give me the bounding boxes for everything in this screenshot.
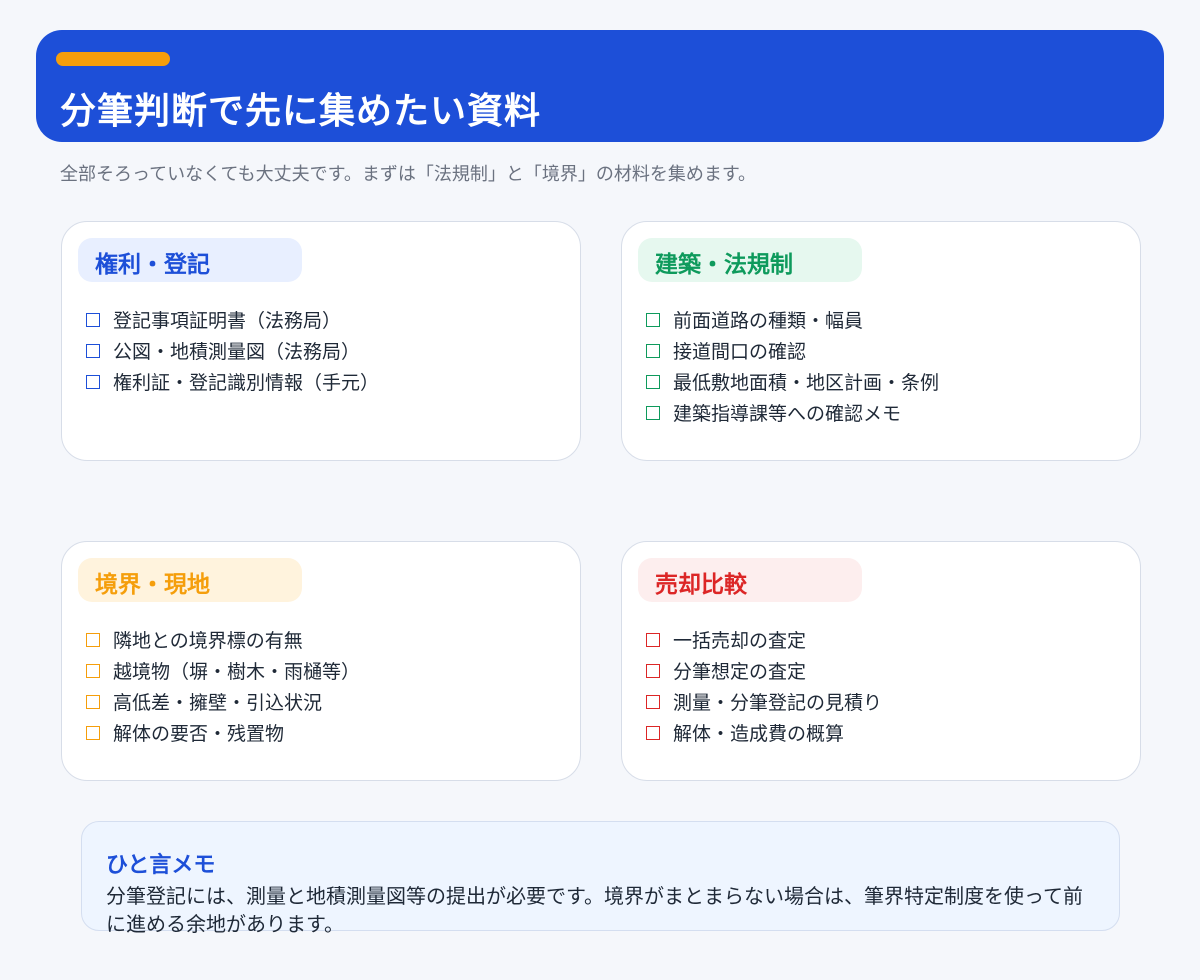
- card-title: 境界・現地: [78, 558, 302, 602]
- checklist-item-label: 建築指導課等への確認メモ: [673, 403, 902, 425]
- card-rights-registry: 権利・登記 登記事項証明書（法務局） 公図・地積測量図（法務局） 権利証・登記識…: [61, 221, 581, 461]
- checklist-item[interactable]: 隣地との境界標の有無: [86, 624, 360, 655]
- card-building-regulations: 建築・法規制 前面道路の種類・幅員 接道間口の確認 最低敷地面積・地区計画・条例…: [621, 221, 1141, 461]
- checklist-item-label: 測量・分筆登記の見積り: [673, 692, 883, 714]
- checklist-item-label: 隣地との境界標の有無: [113, 630, 303, 652]
- checkbox-icon[interactable]: [646, 405, 660, 420]
- checklist-item[interactable]: 最低敷地面積・地区計画・条例: [646, 366, 939, 397]
- checklist-item[interactable]: 公図・地積測量図（法務局）: [86, 335, 379, 366]
- checkbox-icon[interactable]: [646, 663, 660, 678]
- checklist-item[interactable]: 権利証・登記識別情報（手元）: [86, 366, 379, 397]
- checkbox-icon[interactable]: [646, 374, 660, 389]
- checkbox-icon[interactable]: [86, 694, 100, 709]
- checklist-item-label: 前面道路の種類・幅員: [673, 310, 864, 332]
- checklist-item[interactable]: 建築指導課等への確認メモ: [646, 397, 939, 428]
- checkbox-icon[interactable]: [646, 312, 660, 327]
- checkbox-icon[interactable]: [86, 343, 100, 358]
- checkbox-icon[interactable]: [86, 312, 100, 327]
- checklist-item[interactable]: 一括売却の査定: [646, 624, 882, 655]
- checklist-item[interactable]: 前面道路の種類・幅員: [646, 304, 939, 335]
- checklist-item[interactable]: 接道間口の確認: [646, 335, 939, 366]
- checklist-item-label: 解体・造成費の概算: [673, 723, 845, 745]
- checklist-item-label: 越境物（塀・樹木・雨樋等）: [113, 661, 361, 683]
- checklist-item[interactable]: 登記事項証明書（法務局）: [86, 304, 379, 335]
- checklist: 登記事項証明書（法務局） 公図・地積測量図（法務局） 権利証・登記識別情報（手元…: [86, 304, 379, 397]
- checkbox-icon[interactable]: [646, 343, 660, 358]
- checkbox-icon[interactable]: [646, 632, 660, 647]
- card-title: 建築・法規制: [638, 238, 862, 282]
- checklist-item-label: 解体の要否・残置物: [113, 723, 285, 745]
- checklist: 隣地との境界標の有無 越境物（塀・樹木・雨樋等） 高低差・擁壁・引込状況 解体の…: [86, 624, 360, 748]
- checklist-item[interactable]: 越境物（塀・樹木・雨樋等）: [86, 655, 360, 686]
- checklist-item-label: 登記事項証明書（法務局）: [113, 310, 342, 332]
- checklist-item-label: 最低敷地面積・地区計画・条例: [673, 372, 940, 394]
- checklist-item-label: 接道間口の確認: [673, 341, 807, 363]
- checkbox-icon[interactable]: [86, 725, 100, 740]
- memo-title: ひと言メモ: [106, 853, 216, 878]
- checkbox-icon[interactable]: [86, 632, 100, 647]
- checkbox-icon[interactable]: [86, 374, 100, 389]
- card-title: 売却比較: [638, 558, 862, 602]
- card-sale-comparison: 売却比較 一括売却の査定 分筆想定の査定 測量・分筆登記の見積り 解体・造成費の…: [621, 541, 1141, 781]
- checkbox-icon[interactable]: [646, 725, 660, 740]
- page-subtitle: 全部そろっていなくても大丈夫です。まずは「法規制」と「境界」の材料を集めます。: [60, 164, 757, 185]
- checklist-item-label: 高低差・擁壁・引込状況: [113, 692, 323, 714]
- card-title: 権利・登記: [78, 238, 302, 282]
- memo-body: 分筆登記には、測量と地積測量図等の提出が必要です。境界がまとまらない場合は、筆界…: [106, 884, 1083, 936]
- header-accent-bar: [56, 52, 170, 66]
- memo-box: ひと言メモ 分筆登記には、測量と地積測量図等の提出が必要です。境界がまとまらない…: [81, 821, 1120, 936]
- checkbox-icon[interactable]: [86, 663, 100, 678]
- page-title: 分筆判断で先に集めたい資料: [60, 91, 542, 132]
- checklist-item[interactable]: 高低差・擁壁・引込状況: [86, 686, 360, 717]
- checklist-item[interactable]: 分筆想定の査定: [646, 655, 882, 686]
- checklist-item-label: 公図・地積測量図（法務局）: [113, 341, 361, 363]
- checklist-item[interactable]: 解体の要否・残置物: [86, 717, 360, 748]
- checkbox-icon[interactable]: [646, 694, 660, 709]
- checklist-item-label: 分筆想定の査定: [673, 661, 807, 683]
- checklist: 前面道路の種類・幅員 接道間口の確認 最低敷地面積・地区計画・条例 建築指導課等…: [646, 304, 939, 428]
- checklist-item[interactable]: 解体・造成費の概算: [646, 717, 882, 748]
- header-banner: 分筆判断で先に集めたい資料: [36, 30, 1164, 142]
- checklist-item-label: 一括売却の査定: [673, 630, 807, 652]
- card-boundary-site: 境界・現地 隣地との境界標の有無 越境物（塀・樹木・雨樋等） 高低差・擁壁・引込…: [61, 541, 581, 781]
- checklist-item-label: 権利証・登記識別情報（手元）: [113, 372, 380, 394]
- checklist-item[interactable]: 測量・分筆登記の見積り: [646, 686, 882, 717]
- checklist: 一括売却の査定 分筆想定の査定 測量・分筆登記の見積り 解体・造成費の概算: [646, 624, 882, 748]
